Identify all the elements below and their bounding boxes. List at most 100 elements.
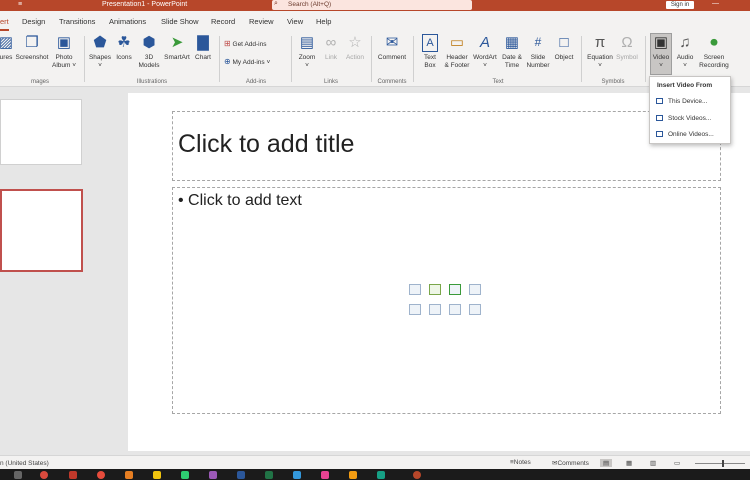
group-label-images: mages <box>30 79 49 85</box>
photo-album-button[interactable]: ▣ Photo Album ˅ <box>50 34 78 70</box>
group-label-comments: Comments <box>377 79 407 85</box>
menu-item-stock-videos[interactable]: Stock Videos... <box>656 115 711 122</box>
omega-icon: Ω <box>621 34 633 51</box>
pictures-button[interactable]: ▨ ures <box>0 34 16 62</box>
zoom-slider-handle[interactable] <box>722 460 724 467</box>
language-indicator[interactable]: n (United States) <box>0 460 49 467</box>
object-button[interactable]: □ Object <box>551 34 577 62</box>
taskbar-app-icon[interactable] <box>125 471 133 479</box>
search-input[interactable]: Search (Alt+Q) <box>288 1 331 8</box>
insert-picture-icon[interactable] <box>409 304 421 315</box>
search-icon: ⌕ <box>274 0 278 7</box>
group-label-links: Links <box>323 79 338 85</box>
link-button[interactable]: ∞ Link <box>320 34 342 62</box>
my-add-ins-button[interactable]: ⊕ My Add-ins ˅ <box>224 58 288 67</box>
icons-button[interactable]: ☘ Icons <box>113 34 135 62</box>
tab-help[interactable]: Help <box>316 17 331 26</box>
group-label-symbols: Symbols <box>601 79 625 85</box>
taskbar-powerpoint-icon[interactable] <box>413 471 421 479</box>
video-button[interactable]: ▣ Video ˅ <box>650 33 672 75</box>
tab-insert[interactable]: ert <box>0 17 9 31</box>
link-icon: ∞ <box>325 34 337 51</box>
add-ins-icon: ⊕ <box>224 57 231 66</box>
taskbar-app-icon[interactable] <box>349 471 357 479</box>
content-placeholder[interactable]: • Click to add text <box>172 187 721 414</box>
star-icon: ☆ <box>348 34 362 51</box>
insert-smartart-icon[interactable] <box>449 284 461 295</box>
date-time-button[interactable]: ▦ Date & Time <box>499 34 525 70</box>
slide-number-button[interactable]: # Slide Number <box>524 34 552 70</box>
insert-stock-image-icon[interactable] <box>429 304 441 315</box>
insert-3d-model-icon[interactable] <box>469 284 481 295</box>
reading-view-icon[interactable]: ▥ <box>650 459 656 467</box>
taskbar-folder-icon[interactable] <box>153 471 161 479</box>
slide-show-icon[interactable]: ▭ <box>674 459 680 467</box>
content-placeholder-text: • Click to add text <box>178 192 302 209</box>
taskbar-chrome-icon[interactable] <box>40 471 48 479</box>
smartart-icon: ➤ <box>170 34 184 51</box>
group-label-add-ins: Add-ins <box>245 79 267 85</box>
tab-view[interactable]: View <box>287 17 303 26</box>
header-footer-button[interactable]: ▭ Header & Footer <box>443 34 471 70</box>
text-box-button[interactable]: A Text Box <box>417 34 443 70</box>
insert-icon-icon[interactable] <box>469 304 481 315</box>
taskbar-app-icon[interactable] <box>209 471 217 479</box>
insert-chart-icon[interactable] <box>429 284 441 295</box>
notes-button[interactable]: ≡Notes <box>510 459 531 466</box>
action-button[interactable]: ☆ Action <box>343 34 367 62</box>
tab-transitions[interactable]: Transitions <box>59 17 95 26</box>
tab-record[interactable]: Record <box>211 17 235 26</box>
taskbar-app-icon[interactable] <box>97 471 105 479</box>
screenshot-button[interactable]: ❐ Screenshot <box>15 34 49 62</box>
title-bar: ≡ Presentation1 - PowerPoint ⌕ Search (A… <box>0 0 750 11</box>
comment-button[interactable]: ✉ Comment <box>375 34 409 62</box>
zoom-slider[interactable] <box>695 463 745 464</box>
menu-item-online-videos[interactable]: Online Videos... <box>656 131 714 138</box>
quick-access-toolbar[interactable]: ≡ <box>18 1 22 8</box>
zoom-button[interactable]: ▤ Zoom ˅ <box>295 34 319 70</box>
header-footer-icon: ▭ <box>449 34 465 51</box>
comments-button[interactable]: ✉Comments <box>552 459 589 467</box>
audio-button[interactable]: ♫ Audio ˅ <box>673 34 697 70</box>
shapes-button[interactable]: ⬟ Shapes ˅ <box>88 34 112 70</box>
menu-header: Insert Video From <box>657 82 713 89</box>
insert-video-icon[interactable] <box>449 304 461 315</box>
taskbar-app-icon[interactable] <box>377 471 385 479</box>
slide-sorter-icon[interactable]: ▦ <box>626 459 632 467</box>
slide-thumbnail-selected[interactable] <box>0 189 83 272</box>
3d-models-button[interactable]: ⬢ 3D Models <box>136 34 162 70</box>
screen-recording-button[interactable]: ⏺ Screen Recording <box>697 34 731 70</box>
wordart-button[interactable]: A WordArt ˅ <box>471 34 499 70</box>
chart-button[interactable]: ▇ Chart <box>192 34 214 62</box>
tab-design[interactable]: Design <box>22 17 45 26</box>
taskbar-word-icon[interactable] <box>237 471 245 479</box>
sign-in-button[interactable]: Sign in <box>666 1 694 9</box>
insert-table-icon[interactable] <box>409 284 421 295</box>
minimize-icon[interactable]: — <box>712 0 719 7</box>
menu-item-this-device[interactable]: This Device... <box>656 98 707 105</box>
tab-slide-show[interactable]: Slide Show <box>161 17 199 26</box>
photo-album-icon: ▣ <box>56 34 72 51</box>
tab-animations[interactable]: Animations <box>109 17 146 26</box>
title-placeholder-text: Click to add title <box>178 130 355 158</box>
smartart-button[interactable]: ➤ SmartArt <box>162 34 192 62</box>
taskbar-app-icon[interactable] <box>69 471 77 479</box>
get-add-ins-button[interactable]: ⊞ Get Add-ins <box>224 40 288 49</box>
group-separator <box>84 36 85 82</box>
taskbar-app-icon[interactable] <box>293 471 301 479</box>
taskbar-app-icon[interactable] <box>181 471 189 479</box>
chart-icon: ▇ <box>197 34 209 51</box>
taskbar-app-icon[interactable] <box>321 471 329 479</box>
symbol-button[interactable]: Ω Symbol <box>614 34 640 62</box>
slide-thumbnail[interactable] <box>0 99 82 165</box>
title-placeholder[interactable]: Click to add title <box>172 111 721 181</box>
taskbar-search-icon[interactable] <box>14 471 22 479</box>
search-box[interactable]: ⌕ Search (Alt+Q) <box>272 0 472 10</box>
normal-view-icon[interactable]: ▤ <box>600 459 613 467</box>
cube-icon: ⬢ <box>142 34 156 51</box>
equation-button[interactable]: π Equation ˅ <box>584 34 616 70</box>
tab-review[interactable]: Review <box>249 17 274 26</box>
window-title: Presentation1 - PowerPoint <box>102 1 188 8</box>
group-separator <box>371 36 372 82</box>
taskbar-excel-icon[interactable] <box>265 471 273 479</box>
